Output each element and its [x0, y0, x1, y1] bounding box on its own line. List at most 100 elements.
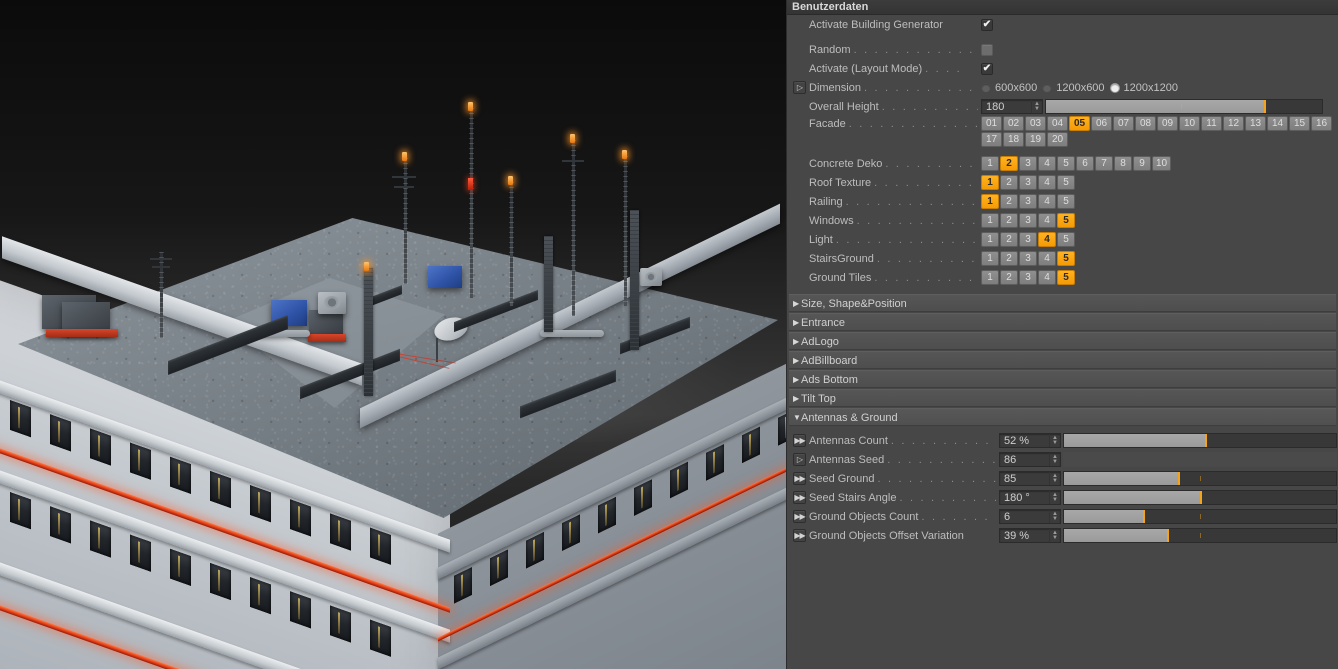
keyframe-track-icon[interactable]: ▶▶ [793, 491, 806, 504]
facade-btn[interactable]: 08 [1135, 116, 1156, 131]
slider-handle[interactable] [1178, 472, 1181, 485]
row-activate-building-generator[interactable]: Activate Building Generator ✔ [787, 15, 1338, 34]
windows-btn[interactable]: 4 [1038, 212, 1056, 228]
ground-tiles-btn[interactable]: 1 [981, 269, 999, 285]
keyframe-track-icon[interactable]: ▷ [793, 81, 806, 94]
concrete-deko-btn[interactable]: 3 [1019, 155, 1037, 171]
roof-texture-btn[interactable]: 2 [1000, 174, 1018, 190]
light-btn[interactable]: 2 [1000, 231, 1018, 247]
facade-btn[interactable]: 15 [1289, 116, 1310, 131]
stairsground-btn[interactable]: 4 [1038, 250, 1056, 266]
light-btn[interactable]: 5 [1057, 231, 1075, 247]
concrete-deko-btn[interactable]: 10 [1152, 155, 1172, 171]
facade-btn[interactable]: 03 [1025, 116, 1046, 131]
facade-btn[interactable]: 07 [1113, 116, 1134, 131]
roof-texture-btn[interactable]: 5 [1057, 174, 1075, 190]
facade-btn[interactable]: 06 [1091, 116, 1112, 131]
roof-texture-btn[interactable]: 3 [1019, 174, 1037, 190]
row-light[interactable]: Light . . . . . . . . . . . . . . . . . … [787, 230, 1338, 249]
railing-btn[interactable]: 4 [1038, 193, 1056, 209]
ground-tiles-btn[interactable]: 3 [1019, 269, 1037, 285]
spinner-icon[interactable]: ▲ ▼ [1049, 491, 1060, 504]
slider-seed-stairs-angle[interactable] [1063, 490, 1337, 505]
spinner-icon[interactable]: ▲ ▼ [1031, 100, 1042, 113]
input-antennas-seed[interactable]: 86 ▲ ▼ [999, 452, 1061, 467]
light-btn[interactable]: 1 [981, 231, 999, 247]
facade-btn[interactable]: 20 [1047, 132, 1068, 147]
spinner-icon[interactable]: ▲ ▼ [1049, 510, 1060, 523]
facade-btn-selected[interactable]: 05 [1069, 116, 1090, 131]
roof-texture-btn[interactable]: 4 [1038, 174, 1056, 190]
slider-handle[interactable] [1142, 510, 1145, 523]
row-seed-ground[interactable]: ▶▶ Seed Ground . . . . . . . . . . . . .… [787, 469, 1338, 488]
keyframe-track-icon[interactable]: ▶▶ [793, 472, 806, 485]
keyframe-track-icon[interactable]: ▶▶ [793, 529, 806, 542]
input-seed-stairs-angle[interactable]: 180 ° ▲ ▼ [999, 490, 1061, 505]
row-ground-objects-offset-variation[interactable]: ▶▶ Ground Objects Offset Variation 39 % … [787, 526, 1338, 545]
ground-tiles-btn[interactable]: 2 [1000, 269, 1018, 285]
concrete-deko-btn[interactable]: 5 [1057, 155, 1075, 171]
light-btn-selected[interactable]: 4 [1038, 231, 1056, 247]
railing-btn[interactable]: 5 [1057, 193, 1075, 209]
slider-antennas-count[interactable] [1063, 433, 1337, 448]
ground-tiles-btn-selected[interactable]: 5 [1057, 269, 1075, 285]
keyframe-track-icon[interactable]: ▶▶ [793, 510, 806, 523]
slider-seed-ground[interactable] [1063, 471, 1337, 486]
facade-btn[interactable]: 14 [1267, 116, 1288, 131]
row-activate-layout-mode[interactable]: Activate (Layout Mode) . . . . ✔ [787, 59, 1338, 78]
facade-btn[interactable]: 10 [1179, 116, 1200, 131]
slider-overall-height[interactable] [1045, 99, 1323, 114]
section-antennas-ground[interactable]: ▼ Antennas & Ground [789, 408, 1336, 426]
concrete-deko-btn[interactable]: 7 [1095, 155, 1113, 171]
row-antennas-count[interactable]: ▶▶ Antennas Count . . . . . . . . . . . … [787, 431, 1338, 450]
facade-btn[interactable]: 01 [981, 116, 1002, 131]
facade-btn[interactable]: 16 [1311, 116, 1332, 131]
concrete-deko-btn[interactable]: 4 [1038, 155, 1056, 171]
row-concrete-deko[interactable]: Concrete Deko . . . . . . . . . . . 1 2 … [787, 154, 1338, 173]
slider-handle[interactable] [1264, 100, 1267, 113]
windows-btn[interactable]: 1 [981, 212, 999, 228]
section-adlogo[interactable]: ▶ AdLogo [789, 332, 1336, 350]
concrete-deko-btn[interactable]: 1 [981, 155, 999, 171]
row-stairsground[interactable]: StairsGround . . . . . . . . . . . . 1 2… [787, 249, 1338, 268]
windows-btn[interactable]: 3 [1019, 212, 1037, 228]
row-overall-height[interactable]: Overall Height . . . . . . . . . . . . 1… [787, 97, 1338, 116]
section-entrance[interactable]: ▶ Entrance [789, 313, 1336, 331]
concrete-deko-btn[interactable]: 9 [1133, 155, 1151, 171]
viewport-3d-render[interactable] [0, 0, 786, 669]
stairsground-btn-selected[interactable]: 5 [1057, 250, 1075, 266]
facade-btn[interactable]: 12 [1223, 116, 1244, 131]
row-facade[interactable]: Facade . . . . . . . . . . . . . . . . 0… [787, 116, 1338, 148]
spinner-icon[interactable]: ▲ ▼ [1049, 434, 1060, 447]
railing-btn-selected[interactable]: 1 [981, 193, 999, 209]
radio-option-600x600[interactable]: 600x600 [981, 82, 1037, 94]
slider-handle[interactable] [1200, 491, 1202, 504]
facade-btn[interactable]: 04 [1047, 116, 1068, 131]
roof-texture-btn-selected[interactable]: 1 [981, 174, 999, 190]
row-ground-objects-count[interactable]: ▶▶ Ground Objects Count . . . . . . . . … [787, 507, 1338, 526]
input-antennas-count[interactable]: 52 % ▲ ▼ [999, 433, 1061, 448]
section-size-shape-position[interactable]: ▶ Size, Shape&Position [789, 294, 1336, 312]
row-seed-stairs-angle[interactable]: ▶▶ Seed Stairs Angle . . . . . . . . . .… [787, 488, 1338, 507]
checkbox-random[interactable] [981, 43, 993, 56]
row-dimension[interactable]: ▷ Dimension . . . . . . . . . . . . . . … [787, 78, 1338, 97]
input-ground-objects-offset-variation[interactable]: 39 % ▲ ▼ [999, 528, 1061, 543]
input-ground-objects-count[interactable]: 6 ▲ ▼ [999, 509, 1061, 524]
checkbox-activate-layout-mode[interactable]: ✔ [981, 62, 993, 75]
spinner-icon[interactable]: ▲ ▼ [1049, 472, 1060, 485]
slider-ground-objects-count[interactable] [1063, 509, 1337, 524]
row-railing[interactable]: Railing . . . . . . . . . . . . . . . . … [787, 192, 1338, 211]
input-seed-ground[interactable]: 85 ▲ ▼ [999, 471, 1061, 486]
keyframe-track-icon[interactable]: ▶▶ [793, 434, 806, 447]
input-overall-height[interactable]: 180 ▲ ▼ [981, 99, 1043, 114]
concrete-deko-btn[interactable]: 6 [1076, 155, 1094, 171]
facade-btn[interactable]: 19 [1025, 132, 1046, 147]
slider-ground-objects-offset-variation[interactable] [1063, 528, 1337, 543]
section-adbillboard[interactable]: ▶ AdBillboard [789, 351, 1336, 369]
row-windows[interactable]: Windows . . . . . . . . . . . . . . 1 2 … [787, 211, 1338, 230]
stairsground-btn[interactable]: 1 [981, 250, 999, 266]
ground-tiles-btn[interactable]: 4 [1038, 269, 1056, 285]
row-antennas-seed[interactable]: ▷ Antennas Seed . . . . . . . . . . . . … [787, 450, 1338, 469]
railing-btn[interactable]: 2 [1000, 193, 1018, 209]
section-tilt-top[interactable]: ▶ Tilt Top [789, 389, 1336, 407]
